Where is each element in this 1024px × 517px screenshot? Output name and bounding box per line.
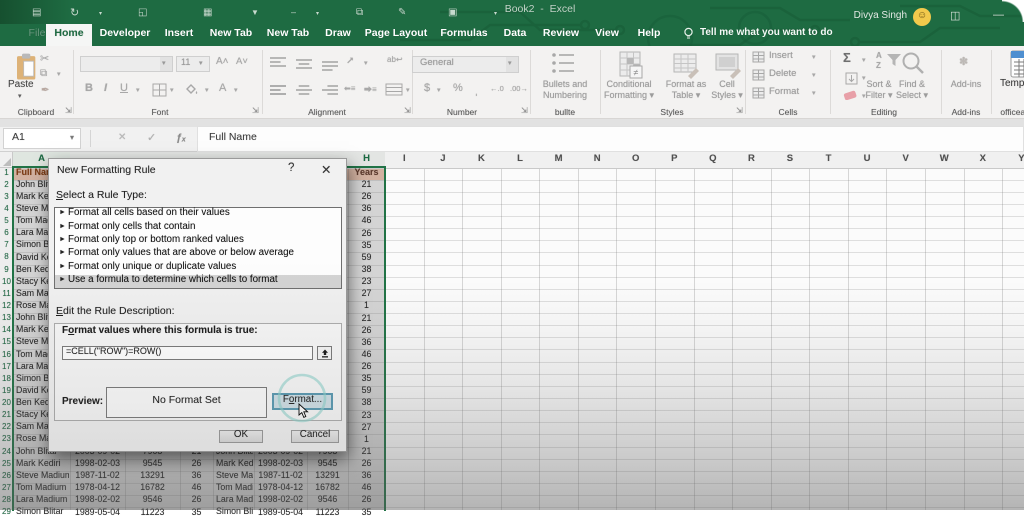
- svg-text:≠: ≠: [634, 68, 639, 78]
